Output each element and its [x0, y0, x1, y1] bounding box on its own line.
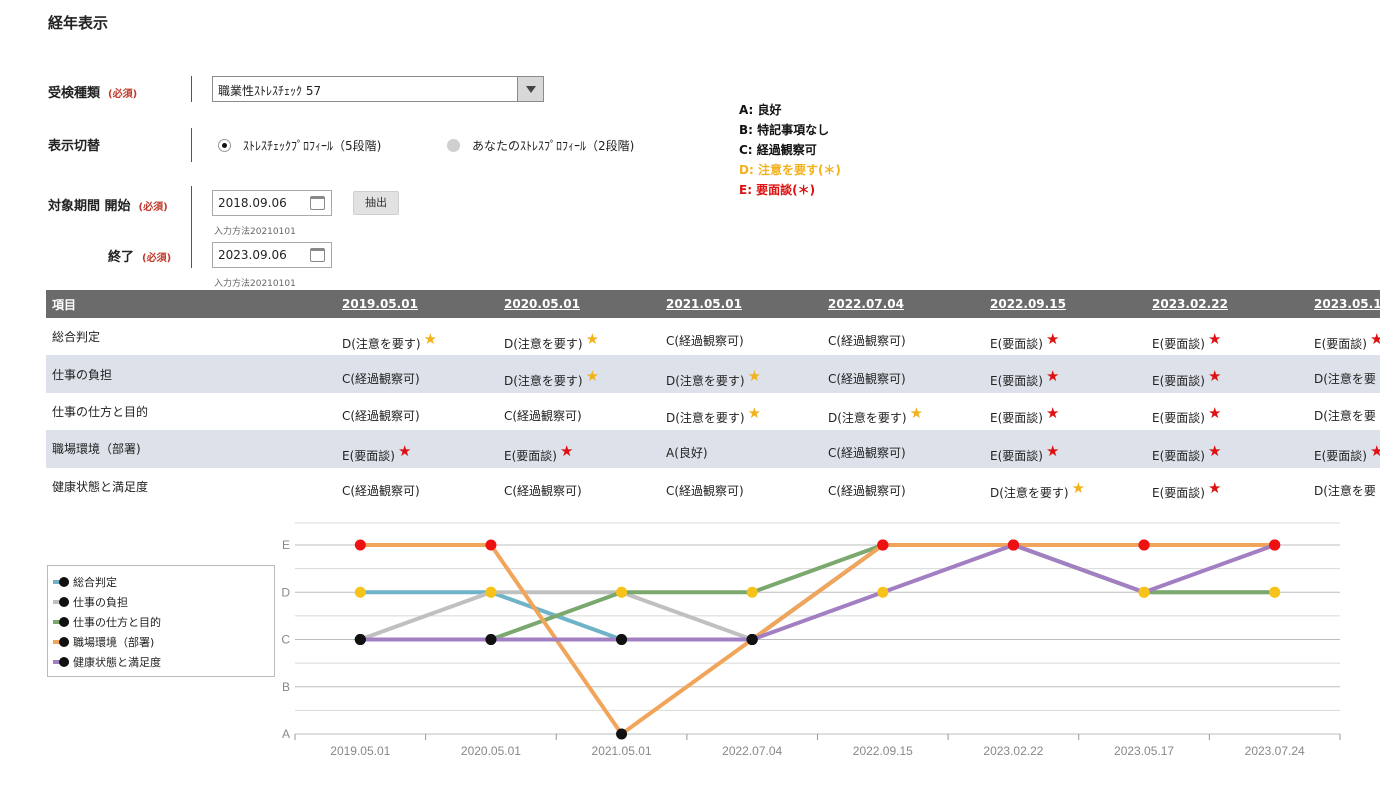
data-point: [354, 634, 366, 645]
data-point: [1007, 539, 1019, 551]
legend-item[interactable]: 職場環境（部署): [48, 632, 274, 652]
x-tick-label: 2022.07.04: [722, 744, 782, 758]
data-point: [485, 586, 497, 598]
legend-item[interactable]: 仕事の仕方と目的: [48, 612, 274, 632]
legend-item[interactable]: 総合判定: [48, 572, 274, 592]
data-point: [1138, 539, 1150, 551]
legend-label: 仕事の負担: [73, 596, 128, 609]
x-tick-label: 2023.02.22: [983, 744, 1043, 758]
data-point: [485, 539, 497, 551]
legend-point: [59, 577, 69, 587]
data-point: [485, 634, 497, 645]
y-tick-label: E: [282, 538, 290, 552]
legend-label: 総合判定: [73, 576, 117, 589]
x-tick-label: 2022.09.15: [853, 744, 913, 758]
data-point: [746, 586, 758, 598]
x-tick-label: 2023.05.17: [1114, 744, 1174, 758]
legend-swatch: [53, 577, 69, 587]
legend-point: [59, 597, 69, 607]
x-tick-label: 2023.07.24: [1245, 744, 1305, 758]
x-tick-label: 2021.05.01: [592, 744, 652, 758]
legend-item[interactable]: 健康状態と満足度: [48, 652, 274, 672]
data-point: [354, 539, 366, 551]
y-tick-label: D: [281, 585, 290, 599]
y-tick-label: B: [282, 680, 290, 694]
data-point: [354, 586, 366, 598]
legend-label: 職場環境（部署): [73, 636, 155, 649]
data-point: [616, 728, 628, 740]
data-point: [746, 634, 758, 645]
data-point: [616, 634, 628, 645]
data-point: [1269, 539, 1281, 551]
data-point: [1269, 586, 1281, 598]
legend-point: [59, 637, 69, 647]
legend-point: [59, 657, 69, 667]
legend-swatch: [53, 657, 69, 667]
data-point: [877, 539, 889, 551]
legend-point: [59, 617, 69, 627]
legend-item[interactable]: 仕事の負担: [48, 592, 274, 612]
data-point: [616, 586, 628, 598]
legend-label: 仕事の仕方と目的: [73, 616, 161, 629]
x-tick-label: 2019.05.01: [330, 744, 390, 758]
legend-swatch: [53, 637, 69, 647]
chart-legend: 総合判定仕事の負担仕事の仕方と目的 職場環境（部署) 健康状態と満足度: [47, 565, 275, 677]
legend-swatch: [53, 617, 69, 627]
data-point: [877, 586, 889, 598]
y-tick-label: A: [282, 727, 290, 741]
data-point: [1138, 586, 1150, 598]
legend-label: 健康状態と満足度: [73, 656, 161, 669]
y-tick-label: C: [281, 633, 290, 647]
x-tick-label: 2020.05.01: [461, 744, 521, 758]
legend-swatch: [53, 597, 69, 607]
